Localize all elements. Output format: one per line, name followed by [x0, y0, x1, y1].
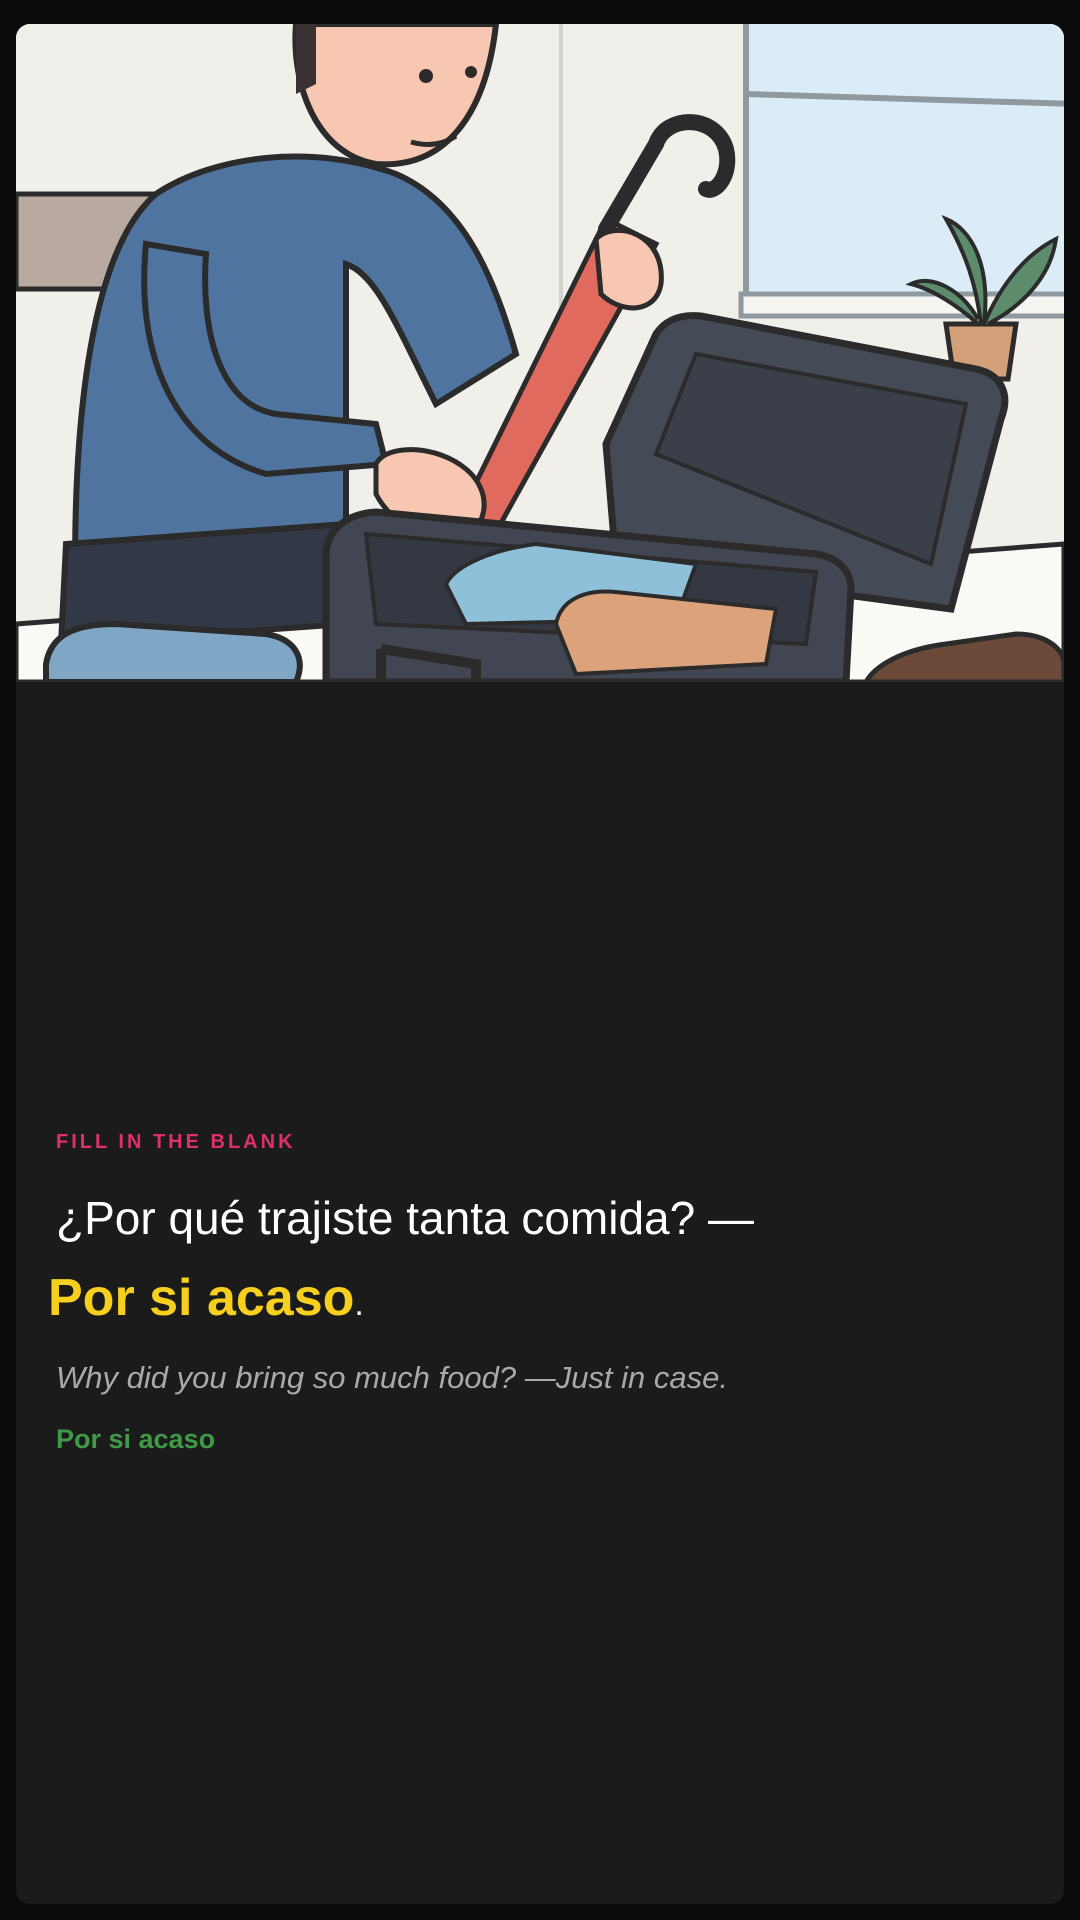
answer-punctuation: .	[354, 1285, 364, 1323]
exercise-content: FILL IN THE BLANK ¿Por qué trajiste tant…	[48, 1130, 1026, 1456]
exercise-type-label: FILL IN THE BLANK	[56, 1131, 296, 1153]
translation-text: Why did you bring so much food? —Just in…	[56, 1360, 728, 1395]
person-packing-suitcase-illustration	[16, 24, 1064, 682]
prompt-sentence: ¿Por qué trajiste tanta comida? —	[56, 1192, 754, 1244]
filled-answer: Por si acaso	[48, 1269, 355, 1327]
answer-line: Por si acaso.	[48, 1266, 1018, 1330]
scene-illustration	[16, 24, 1064, 682]
correct-answer-label: Por si acaso	[56, 1424, 216, 1454]
exercise-card: FILL IN THE BLANK ¿Por qué trajiste tant…	[16, 24, 1064, 1904]
